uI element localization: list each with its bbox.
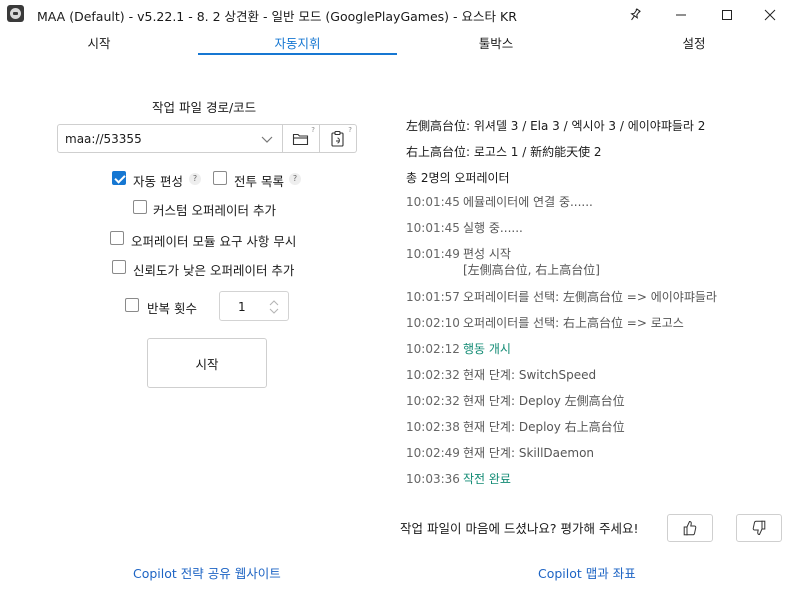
tab-toolbox[interactable]: 툴박스 <box>397 29 595 56</box>
repeat-label: 반복 횟수 <box>147 301 197 316</box>
info-line-2: 右上高台位: 로고스 1 / 新約能天使 2 <box>406 145 602 159</box>
app-icon <box>7 5 24 22</box>
file-path-label: 작업 파일 경로/코드 <box>152 100 257 115</box>
file-path-value: maa://53355 <box>65 132 142 146</box>
repeat-count-stepper[interactable]: 1 <box>219 291 289 321</box>
paste-help-mark: ? <box>348 126 352 134</box>
tab-start[interactable]: 시작 <box>0 29 198 56</box>
maximize-button[interactable] <box>704 0 750 29</box>
log-message: 에뮬레이터에 연결 중...... <box>463 195 593 209</box>
folder-icon <box>292 133 309 145</box>
log-time: 10:02:32 <box>406 394 460 408</box>
log-time: 10:01:49 <box>406 247 460 261</box>
close-icon <box>764 9 776 20</box>
log-time: 10:01:45 <box>406 195 460 209</box>
log-message: 오퍼레이터를 선택: 右上高台位 => 로고스 <box>463 316 684 330</box>
pin-icon <box>630 7 641 20</box>
log-time: 10:02:32 <box>406 368 460 382</box>
info-line-3: 총 2명의 오퍼레이터 <box>406 171 510 185</box>
close-button[interactable] <box>747 0 793 29</box>
rating-prompt: 작업 파일이 마음에 드셨나요? 평가해 주세요! <box>400 521 639 536</box>
custom-operator-label: 커스텀 오퍼레이터 추가 <box>153 203 276 218</box>
active-tab-indicator <box>198 53 397 55</box>
log-message-detail: [左側高台位, 右上高台位] <box>463 263 600 277</box>
log-time: 10:01:45 <box>406 221 460 235</box>
auto-formation-label: 자동 편성 <box>133 174 183 189</box>
paste-clipboard-button[interactable]: ? <box>320 124 357 153</box>
log-time: 10:02:10 <box>406 316 460 330</box>
ignore-module-label: 오퍼레이터 모듈 요구 사항 무시 <box>131 234 297 249</box>
low-trust-checkbox[interactable] <box>112 260 126 274</box>
tab-copilot[interactable]: 자동지휘 <box>198 29 397 56</box>
dislike-button[interactable] <box>736 514 782 542</box>
log-time: 10:01:57 <box>406 290 460 304</box>
copilot-website-link[interactable]: Copilot 전략 공유 웹사이트 <box>133 563 281 582</box>
info-line-1: 左側高台位: 위셔델 3 / Ela 3 / 엑시아 3 / 에이야퍄들라 2 <box>406 119 706 133</box>
open-file-button[interactable]: ? <box>283 124 320 153</box>
auto-formation-checkbox[interactable] <box>112 171 126 185</box>
minimize-button[interactable] <box>658 0 704 29</box>
log-time: 10:02:38 <box>406 420 460 434</box>
like-button[interactable] <box>667 514 713 542</box>
log-message: 현재 단계: Deploy 左側高台位 <box>463 394 625 408</box>
repeat-count-value: 1 <box>238 300 246 314</box>
battle-list-checkbox[interactable] <box>213 171 227 185</box>
battle-list-help-icon[interactable]: ? <box>289 173 301 185</box>
log-message: 작전 완료 <box>463 472 511 486</box>
maximize-icon <box>722 9 732 20</box>
low-trust-label: 신뢰도가 낮은 오퍼레이터 추가 <box>133 263 295 278</box>
log-message: 현재 단계: SkillDaemon <box>463 446 595 460</box>
auto-formation-help-icon[interactable]: ? <box>189 173 201 185</box>
log-message: 행동 개시 <box>463 342 511 356</box>
chevron-down-icon <box>261 136 273 143</box>
stepper-arrows-icon[interactable] <box>268 297 280 317</box>
log-time: 10:02:12 <box>406 342 460 356</box>
battle-list-label: 전투 목록 <box>234 174 284 189</box>
log-time: 10:03:36 <box>406 472 460 486</box>
clipboard-icon <box>331 130 344 147</box>
ignore-module-checkbox[interactable] <box>110 231 124 245</box>
log-message: 편성 시작 <box>463 247 511 261</box>
minimize-icon <box>676 14 686 15</box>
copilot-map-link[interactable]: Copilot 맵과 좌표 <box>538 563 636 582</box>
log-message: 실행 중...... <box>463 221 523 235</box>
thumbs-up-icon <box>683 520 697 536</box>
tab-bar: 시작 자동지휘 툴박스 설정 <box>0 29 793 56</box>
start-button[interactable]: 시작 <box>147 338 267 388</box>
tab-settings[interactable]: 설정 <box>595 29 793 56</box>
log-message: 오퍼레이터를 선택: 左側高台位 => 에이야퍄들라 <box>463 290 717 304</box>
custom-operator-checkbox[interactable] <box>133 200 147 214</box>
log-message: 현재 단계: Deploy 右上高台位 <box>463 420 625 434</box>
open-file-help-mark: ? <box>311 126 315 134</box>
pin-button[interactable] <box>612 0 658 29</box>
thumbs-down-icon <box>752 520 766 536</box>
log-time: 10:02:49 <box>406 446 460 460</box>
title-bar: MAA (Default) - v5.22.1 - 8. 2 상견환 - 일반 … <box>0 0 793 29</box>
file-path-combobox[interactable]: maa://53355 <box>57 124 283 153</box>
repeat-checkbox[interactable] <box>125 298 139 312</box>
log-message: 현재 단계: SwitchSpeed <box>463 368 597 382</box>
window-title: MAA (Default) - v5.22.1 - 8. 2 상견환 - 일반 … <box>37 9 517 24</box>
